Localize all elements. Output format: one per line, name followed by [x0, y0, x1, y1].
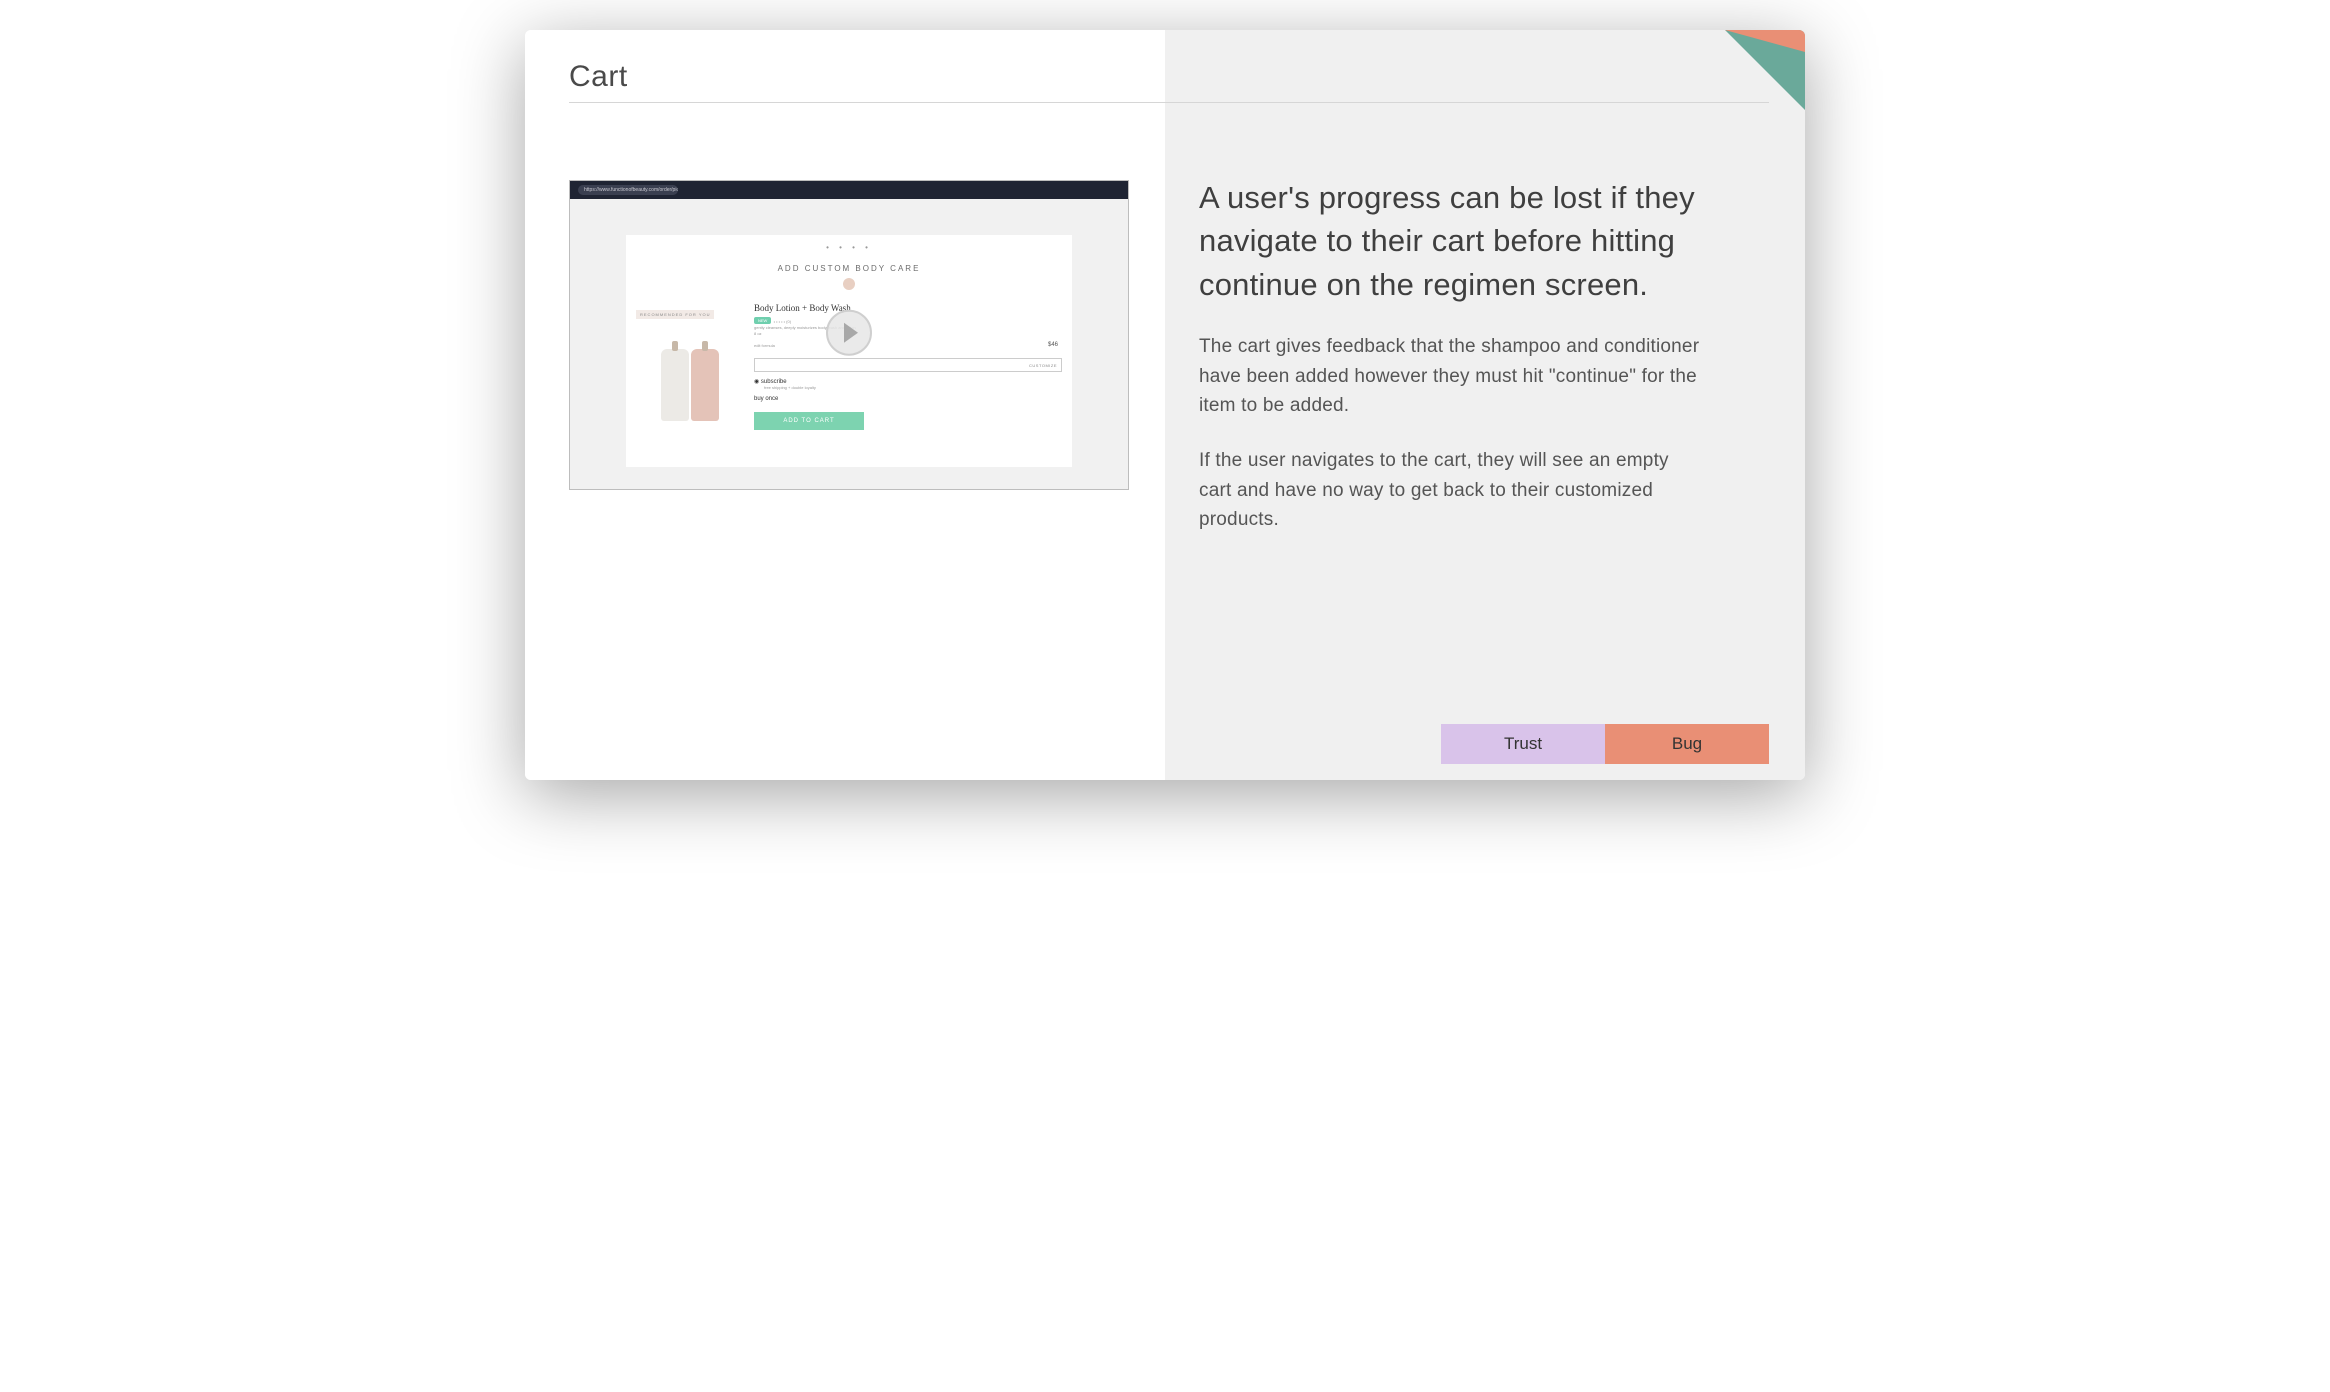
formula-label: edit formula [754, 343, 775, 349]
finding-headline: A user's progress can be lost if they na… [1199, 176, 1761, 306]
screenshot-thumbnail[interactable]: https://www.functionofbeauty.com/order/p… [569, 180, 1129, 490]
section-caption: ADD CUSTOM BODY CARE [626, 264, 1072, 273]
tag-trust: Trust [1441, 724, 1605, 764]
page-title: Cart [569, 60, 1121, 94]
slide-card: UX Audit • Hotjar Cart https://www.funct… [525, 30, 1805, 780]
play-icon[interactable] [826, 310, 872, 356]
product-image [636, 321, 744, 421]
subscribe-sub: free shipping + double loyalty [764, 385, 1062, 390]
slide: UX Audit • Hotjar Cart https://www.funct… [525, 30, 1805, 780]
buyonce-option: buy once [754, 396, 1062, 402]
add-to-cart-button: ADD TO CART [754, 412, 864, 430]
right-pane: A user's progress can be lost if they na… [1165, 30, 1805, 780]
product-size: 8 oz [754, 331, 1062, 337]
browser-bar: https://www.functionofbeauty.com/order/p… [570, 181, 1128, 199]
bottle-icon [661, 349, 689, 421]
finding-paragraph-1: The cart gives feedback that the shampoo… [1199, 332, 1761, 420]
product-info: Body Lotion + Body Wash NEW • • • • • (0… [754, 303, 1062, 430]
product-title: Body Lotion + Body Wash [754, 303, 851, 313]
customize-button: CUSTOMIZE [1029, 363, 1057, 368]
pager-dots: • • • • [626, 235, 1072, 252]
header-divider [569, 102, 1769, 103]
browser-url: https://www.functionofbeauty.com/order/p… [578, 185, 678, 195]
formula-select: CUSTOMIZE [754, 358, 1062, 372]
bottle-icon [691, 349, 719, 421]
left-pane: Cart https://www.functionofbeauty.com/or… [525, 30, 1165, 780]
finding-paragraph-2: If the user navigates to the cart, they … [1199, 446, 1761, 534]
subscribe-option: ◉ subscribe free shipping + double loyal… [754, 378, 1062, 390]
tag-row: Trust Bug [1441, 724, 1769, 764]
rating-dots: • • • • • (0) [774, 319, 791, 324]
new-badge: NEW [754, 317, 771, 324]
recommended-badge: RECOMMENDED FOR YOU [636, 310, 714, 319]
tag-bug: Bug [1605, 724, 1769, 764]
avatar-icon [843, 278, 855, 290]
price: $46 [1048, 342, 1062, 348]
corner-decoration [1725, 30, 1805, 110]
